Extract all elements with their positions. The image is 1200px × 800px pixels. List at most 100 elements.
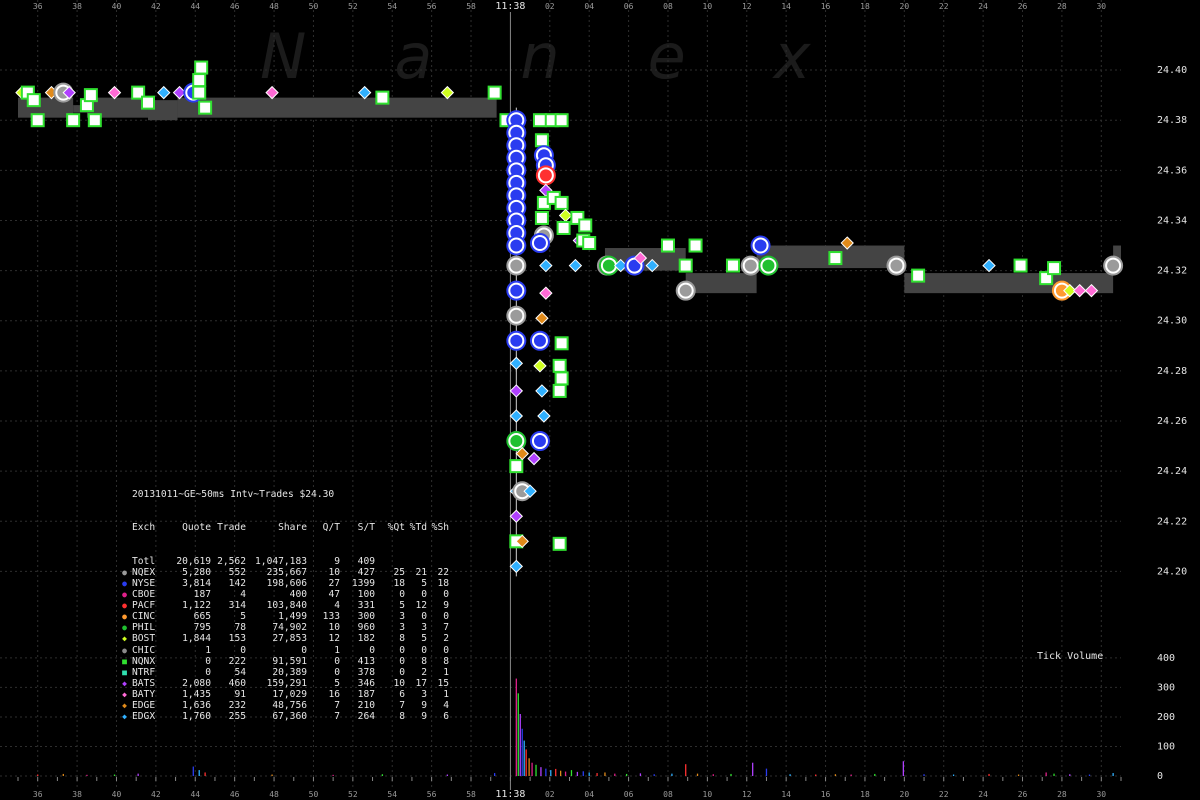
stats-cell-ps: 7 <box>443 622 449 634</box>
stats-row-cinc: ● CINC 665 5 1,499 133 300 3 0 0 <box>122 611 449 623</box>
stats-cell-pq: 8 <box>399 633 405 645</box>
stats-cell-pt: 2 <box>421 666 427 678</box>
stats-cell-trade: 78 <box>234 622 246 634</box>
trade-marker-nqnx <box>487 85 502 100</box>
stats-cell-qt: 16 <box>328 688 340 700</box>
stats-row-ntrf: ■ NTRF 0 54 20,389 0 378 0 2 1 <box>122 666 449 678</box>
stats-cell-share: 91,591 <box>272 655 307 667</box>
x-tick-label-top: 08 <box>663 2 673 11</box>
trade-marker-nqex <box>510 259 523 272</box>
stats-cell-share: 159,291 <box>266 677 307 689</box>
stats-cell-st: 960 <box>357 622 375 634</box>
trade-marker-edge <box>535 311 549 325</box>
stats-row-cboe: ● CBOE 187 4 400 47 100 0 0 0 <box>122 589 449 601</box>
stats-cell-share: 74,902 <box>272 622 307 634</box>
stats-cell-quote: 0 <box>205 655 211 667</box>
x-tick-label-top: 14 <box>781 2 791 11</box>
stats-cell-quote: 0 <box>205 666 211 678</box>
x-tick-label-bottom: 54 <box>387 790 397 799</box>
trade-marker-nyse <box>510 284 523 297</box>
y-price-label: 24.26 <box>1157 416 1187 427</box>
stats-cell-st: 300 <box>357 611 375 623</box>
stats-cell-qt: 133 <box>322 611 340 623</box>
trade-marker-nqnx <box>828 251 843 266</box>
header-trade: Trade <box>217 522 246 534</box>
trade-marker-nqex <box>510 309 523 322</box>
header-pct-td: %Td <box>409 522 427 534</box>
trade-marker-nqnx <box>534 210 549 225</box>
trade-marker-nqnx <box>534 133 549 148</box>
stats-cell-exch: NTRF <box>132 666 156 678</box>
stats-cell-pt: 9 <box>421 711 427 723</box>
x-tick-label-bottom: 16 <box>821 790 831 799</box>
x-tick-label-bottom: 50 <box>309 790 319 799</box>
x-tick-label-top: 30 <box>1096 2 1106 11</box>
x-tick-label-bottom: 22 <box>939 790 949 799</box>
stats-cell-exch: BATS <box>132 677 156 689</box>
legend-swatch: ● <box>122 645 127 655</box>
legend-swatch: ■ <box>122 667 127 677</box>
legend-swatch: ◆ <box>122 712 127 722</box>
x-tick-label-bottom: 20 <box>900 790 910 799</box>
trade-marker-nqnx <box>140 95 155 110</box>
stats-cell-share: 20,389 <box>272 666 307 678</box>
x-tick-label-top: 44 <box>190 2 200 11</box>
header-st: S/T <box>357 522 375 534</box>
legend-swatch: ● <box>122 623 127 633</box>
trade-marker-nqnx <box>660 238 675 253</box>
legend-swatch: ● <box>122 567 127 577</box>
nbbo-band <box>177 97 497 118</box>
trade-marker-bost <box>440 85 455 100</box>
x-tick-label-bottom: 06 <box>624 790 634 799</box>
stats-cell-exch: CINC <box>132 611 156 623</box>
x-tick-label-top: 16 <box>821 2 831 11</box>
stats-cell-exch: CHIC <box>132 644 156 656</box>
stats-cell-exch: CBOE <box>132 589 156 601</box>
trade-marker-edgx <box>509 356 524 371</box>
stats-cell-pt: 3 <box>421 622 427 634</box>
stats-cell-exch: PHIL <box>132 622 156 634</box>
trade-marker-nyse <box>754 239 767 252</box>
stats-cell-share: 27,853 <box>272 633 307 645</box>
y-price-label: 24.32 <box>1157 266 1187 277</box>
x-tick-label-top: 40 <box>112 2 122 11</box>
trade-marker-nqnx <box>1013 258 1028 273</box>
y-price-label: 24.36 <box>1157 165 1187 176</box>
y-price-label: 24.22 <box>1157 516 1187 527</box>
stats-cell-trade: 232 <box>228 699 246 711</box>
stats-cell-trade: 0 <box>240 644 246 656</box>
stats-cell-exch: NQNX <box>132 655 156 667</box>
trade-marker-nyse <box>533 334 546 347</box>
stats-cell-pq: 5 <box>399 600 405 612</box>
x-tick-label-top: 46 <box>230 2 240 11</box>
stats-cell-ps: 4 <box>443 699 449 711</box>
stats-cell-st: 187 <box>357 688 375 700</box>
stats-cell-pt: 0 <box>421 589 427 601</box>
x-tick-label-bottom: 46 <box>230 790 240 799</box>
stats-cell-trade: 2,562 <box>217 555 246 567</box>
nbbo-bands <box>18 97 1121 294</box>
stats-cell-trade: 460 <box>228 677 246 689</box>
stats-cell-pq: 0 <box>399 644 405 656</box>
trade-marker-nqnx <box>552 383 567 398</box>
stats-cell-ps: 0 <box>443 589 449 601</box>
stats-cell-pq: 8 <box>399 711 405 723</box>
trade-marker-nqnx <box>554 371 569 386</box>
stats-cell-share: 103,840 <box>266 600 307 612</box>
x-tick-label-top: 48 <box>269 2 279 11</box>
legend-swatch: ● <box>122 601 127 611</box>
stats-row-nqex: ● NQEX 5,280 552 235,667 10 427 25 21 22 <box>122 566 449 578</box>
trade-marker-nqex <box>890 259 903 272</box>
stats-row-pacf: ● PACF 1,122 314 103,840 4 331 5 12 9 <box>122 600 449 612</box>
x-tick-label-bottom: 04 <box>584 790 594 799</box>
trade-marker-nqnx <box>552 358 567 373</box>
stats-cell-pt: 17 <box>415 677 427 689</box>
legend-swatch: ◆ <box>122 700 127 710</box>
trade-marker-nqnx <box>192 85 207 100</box>
stats-cell-pt: 21 <box>415 566 427 578</box>
stats-cell-st: 182 <box>357 633 375 645</box>
stats-cell-quote: 1 <box>205 644 211 656</box>
stats-cell-pq: 10 <box>393 677 405 689</box>
stats-row-bats: ◆ BATS 2,080 460 159,291 5 346 10 17 15 <box>122 677 449 689</box>
trade-marker-nqnx <box>509 459 524 474</box>
